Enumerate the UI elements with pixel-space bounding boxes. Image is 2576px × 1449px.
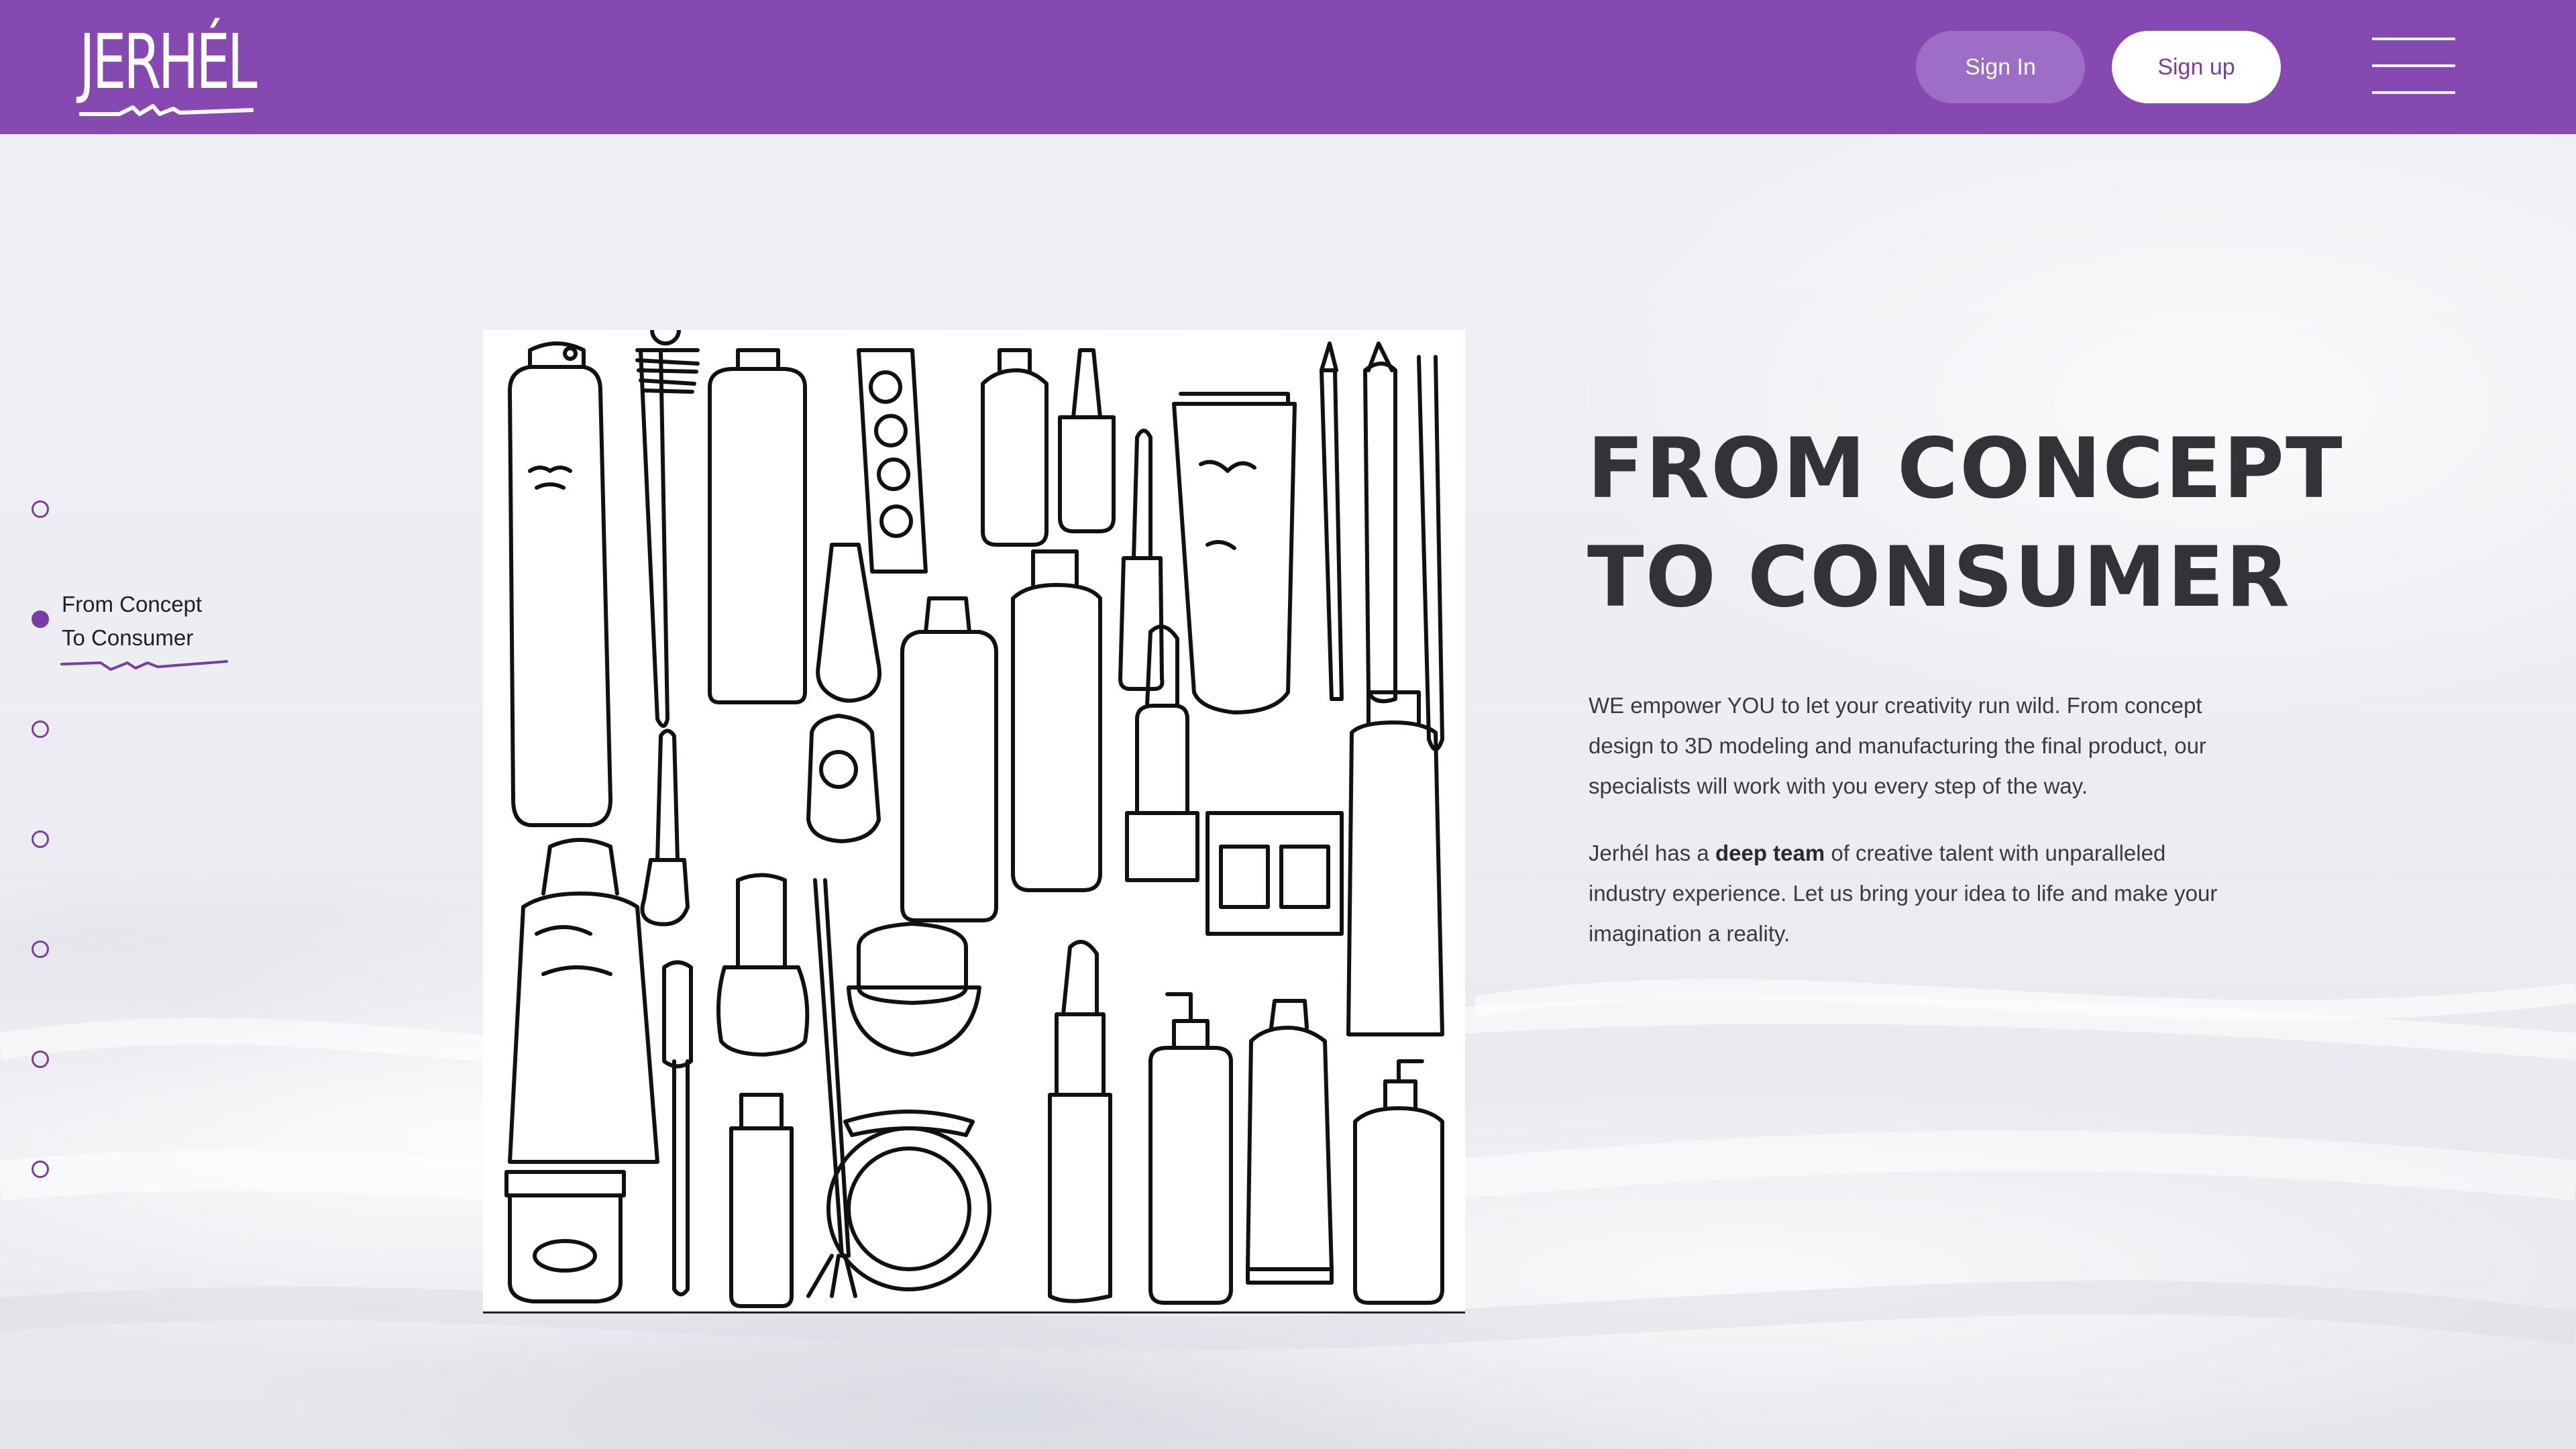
section-nav-label[interactable]: From Concept To Consumer <box>62 588 263 655</box>
sign-in-button[interactable]: Sign In <box>1916 31 2085 103</box>
section-nav-dot[interactable] <box>32 1161 49 1178</box>
section-nav-dot[interactable] <box>32 500 49 518</box>
logo-wordmark: JERHÉL <box>79 19 258 106</box>
hamburger-menu-icon[interactable] <box>2372 38 2455 95</box>
cosmetics-illustration <box>483 330 1465 1313</box>
section-nav-dot[interactable] <box>32 1051 49 1068</box>
paragraph2-text: Jerhél has a <box>1589 841 1715 865</box>
squiggle-underline-icon <box>60 660 228 671</box>
hero-paragraph-1: WE empower YOU to let your creativity ru… <box>1589 693 2206 798</box>
paragraph2-bold: deep team <box>1715 841 1825 865</box>
logo-swash <box>79 104 254 116</box>
headline-line2: TO CONSUMER <box>1587 529 2291 626</box>
hero-paragraph-2: Jerhél has a deep team of creative talen… <box>1589 833 2233 954</box>
nav-label-line2: To Consumer <box>62 625 194 650</box>
headline-line1: FROM CONCEPT <box>1587 421 2344 517</box>
nav-label-line1: From Concept <box>62 592 203 616</box>
section-nav-dot-active[interactable] <box>32 610 49 628</box>
section-nav-dot[interactable] <box>32 941 49 958</box>
section-nav-dot[interactable] <box>32 830 49 848</box>
top-navbar: JERHÉL Sign In Sign up <box>0 0 2576 134</box>
hero-headline: FROM CONCEPT TO CONSUMER <box>1587 415 2392 632</box>
sign-up-button[interactable]: Sign up <box>2112 31 2281 103</box>
section-nav-dot[interactable] <box>32 720 49 738</box>
brand-logo[interactable]: JERHÉL <box>79 13 258 121</box>
